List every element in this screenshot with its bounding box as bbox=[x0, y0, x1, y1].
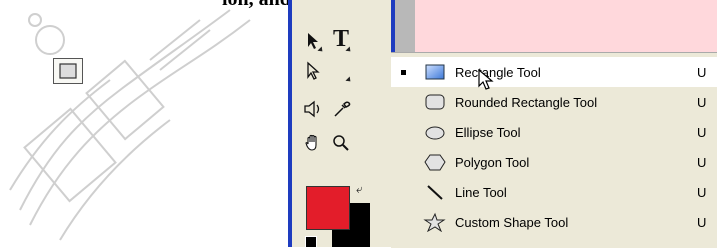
menu-item-label: Line Tool bbox=[455, 184, 507, 200]
foreground-color-swatch[interactable] bbox=[306, 186, 350, 230]
menu-item-label: Polygon Tool bbox=[455, 154, 530, 170]
path-selection-icon bbox=[307, 61, 320, 80]
menu-item-label: Rounded Rectangle Tool bbox=[455, 94, 598, 110]
rounded-rectangle-tool-icon bbox=[425, 94, 445, 110]
menu-item-shortcut: U bbox=[697, 94, 707, 110]
menu-item-rounded-rectangle-tool[interactable]: Rounded Rectangle Tool U bbox=[391, 87, 717, 117]
menu-item-label: Custom Shape Tool bbox=[455, 214, 569, 230]
eyedropper-icon bbox=[334, 101, 351, 117]
zoom-tool-button[interactable] bbox=[326, 130, 356, 156]
hand-icon bbox=[305, 134, 317, 151]
zoom-icon bbox=[333, 135, 349, 151]
menu-item-label: Ellipse Tool bbox=[455, 124, 521, 140]
eyedropper-tool-button[interactable] bbox=[326, 96, 356, 122]
rectangle-tool-icon bbox=[425, 64, 445, 80]
menu-item-label: Rectangle Tool bbox=[455, 64, 541, 80]
mouse-cursor-icon bbox=[478, 69, 494, 90]
menu-item-shortcut: U bbox=[697, 124, 707, 140]
menu-item-shortcut: U bbox=[697, 214, 707, 230]
polygon-tool-icon bbox=[424, 154, 446, 171]
selected-bullet-icon bbox=[401, 69, 406, 75]
line-tool-icon bbox=[427, 185, 443, 200]
default-colors-icon[interactable] bbox=[305, 236, 317, 248]
custom-shape-tool-icon bbox=[423, 212, 446, 232]
audio-annotation-icon bbox=[304, 100, 320, 118]
menu-item-rectangle-tool[interactable]: Rectangle Tool U bbox=[391, 57, 717, 87]
ellipse-tool-icon bbox=[425, 126, 445, 140]
options-bar-grip bbox=[391, 0, 415, 52]
swap-colors-icon[interactable]: ⤶ bbox=[356, 182, 363, 197]
menu-item-shortcut: U bbox=[697, 184, 707, 200]
watermark-logo bbox=[9, 9, 251, 241]
options-bar-background bbox=[391, 0, 717, 52]
hand-tool-button[interactable] bbox=[298, 130, 328, 156]
rectangle-tool-button[interactable] bbox=[53, 58, 83, 84]
menu-item-shortcut: U bbox=[697, 154, 707, 170]
menu-item-line-tool[interactable]: Line Tool U bbox=[391, 177, 717, 207]
menu-item-custom-shape-tool[interactable]: Custom Shape Tool U bbox=[391, 207, 717, 237]
path-selection-tool-button[interactable] bbox=[298, 58, 328, 84]
menu-item-ellipse-tool[interactable]: Ellipse Tool U bbox=[391, 117, 717, 147]
notes-tool-button[interactable] bbox=[298, 96, 328, 122]
shape-tool-flyout-menu: Rectangle Tool U Rounded Rectangle Tool … bbox=[391, 52, 717, 248]
rectangle-shape-icon bbox=[59, 63, 77, 79]
menu-item-polygon-tool[interactable]: Polygon Tool U bbox=[391, 147, 717, 177]
menu-item-shortcut: U bbox=[697, 64, 707, 80]
